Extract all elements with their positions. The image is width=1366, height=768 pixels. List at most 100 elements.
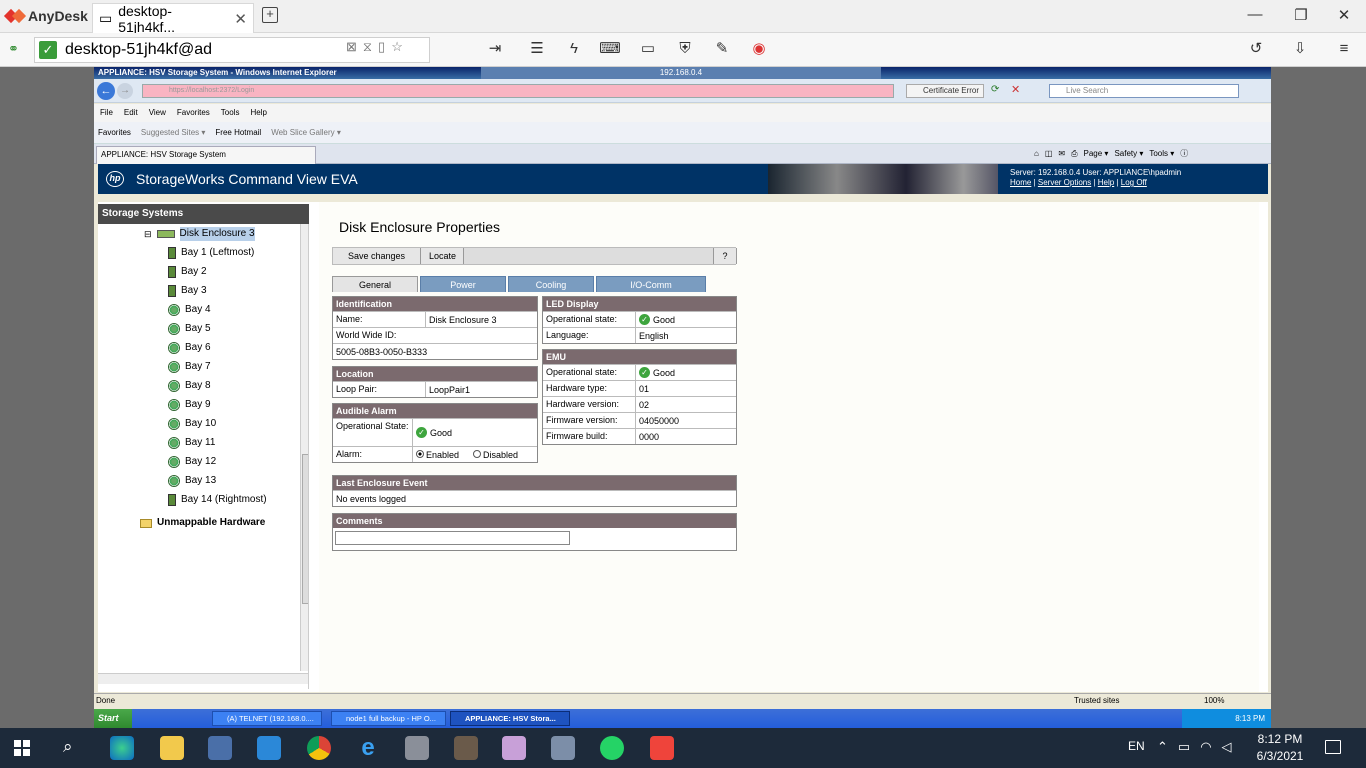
- tool-icon[interactable]: [405, 736, 429, 760]
- locate-button[interactable]: Locate: [421, 248, 464, 264]
- server-options-link[interactable]: Server Options: [1038, 178, 1091, 187]
- history-icon[interactable]: ↺: [1244, 38, 1268, 60]
- tree-bay-node[interactable]: Bay 12: [168, 455, 216, 469]
- notifications-icon[interactable]: [1325, 740, 1341, 754]
- file-explorer-icon[interactable]: [160, 736, 184, 760]
- windows-start-icon[interactable]: [14, 740, 30, 756]
- close-window-icon[interactable]: ✕: [1329, 6, 1359, 24]
- chrome-icon[interactable]: [307, 736, 331, 760]
- home-icon[interactable]: ⌂: [1034, 147, 1039, 161]
- clock[interactable]: 8:12 PM 6/3/2021: [1245, 731, 1315, 765]
- tree-bay-node[interactable]: Bay 10: [168, 417, 216, 431]
- menu-hamburger-icon[interactable]: ≡: [1332, 38, 1356, 60]
- restore-icon[interactable]: ❐: [1286, 6, 1316, 24]
- wifi-icon[interactable]: ◠: [1200, 739, 1211, 755]
- chat-icon[interactable]: ☰: [525, 38, 549, 60]
- whatsapp-icon[interactable]: [600, 736, 624, 760]
- tools-menu[interactable]: Tools ▾: [1149, 147, 1174, 161]
- tree-bay-node[interactable]: Bay 8: [168, 379, 211, 393]
- switch-sides-icon[interactable]: ⇥: [483, 38, 507, 60]
- tab-cooling[interactable]: Cooling: [508, 276, 594, 292]
- help-link[interactable]: Help: [1098, 178, 1114, 187]
- tree-bay-node[interactable]: Bay 5: [168, 322, 211, 336]
- tree-bay-node[interactable]: Bay 1 (Leftmost): [168, 246, 254, 260]
- zoom-level[interactable]: 100%: [1204, 694, 1224, 707]
- tree-bay-node[interactable]: Bay 7: [168, 360, 211, 374]
- suggested-sites-link[interactable]: Suggested Sites ▾: [141, 122, 206, 143]
- free-hotmail-link[interactable]: Free Hotmail: [215, 122, 261, 143]
- internet-explorer-icon[interactable]: e: [356, 736, 380, 760]
- tree-bay-node[interactable]: Bay 14 (Rightmost): [168, 493, 267, 507]
- collapse-icon[interactable]: ⊟: [144, 227, 152, 241]
- feeds-icon[interactable]: ◫: [1045, 147, 1053, 161]
- certificate-error-button[interactable]: Certificate Error: [906, 84, 984, 98]
- menu-edit[interactable]: Edit: [124, 104, 138, 122]
- tree-bay-node[interactable]: Bay 2: [168, 265, 207, 279]
- tab-power[interactable]: Power: [420, 276, 506, 292]
- page-menu[interactable]: Page ▾: [1084, 147, 1109, 161]
- tab-general[interactable]: General: [332, 276, 418, 292]
- alarm-enabled-radio[interactable]: Enabled: [416, 449, 459, 460]
- battery-icon[interactable]: ▭: [1178, 739, 1190, 755]
- remote-desktop[interactable]: APPLIANCE: HSV Storage System - Windows …: [94, 67, 1271, 728]
- refresh-icon[interactable]: ⟳: [991, 84, 999, 95]
- new-tab-icon[interactable]: +: [262, 7, 278, 23]
- tree-bay-node[interactable]: Bay 11: [168, 436, 215, 450]
- anydesk-remote-caption[interactable]: 192.168.0.4: [481, 67, 881, 79]
- ie-url-field[interactable]: https://localhost:2372/Login: [142, 84, 894, 98]
- menu-tools[interactable]: Tools: [221, 104, 240, 122]
- alarm-disabled-radio[interactable]: Disabled: [473, 449, 518, 460]
- unmappable-hardware-node[interactable]: Unmappable Hardware: [140, 516, 265, 530]
- ie-search-field[interactable]: Live Search: [1049, 84, 1239, 98]
- tree-bay-node[interactable]: Bay 4: [168, 303, 211, 317]
- whiteboard-pen-icon[interactable]: ✎: [710, 38, 734, 60]
- stop-icon[interactable]: ✕: [1011, 83, 1020, 96]
- taskbar-appliance[interactable]: APPLIANCE: HSV Stora...: [450, 711, 570, 726]
- save-changes-button[interactable]: Save changes: [333, 248, 421, 264]
- safety-menu[interactable]: Safety ▾: [1114, 147, 1143, 161]
- anydesk-taskbar-icon[interactable]: [650, 736, 674, 760]
- remote-start-button[interactable]: Start: [94, 709, 132, 728]
- menu-help[interactable]: Help: [250, 104, 266, 122]
- tree-bay-node[interactable]: Bay 9: [168, 398, 211, 412]
- tree-scroll-thumb[interactable]: [302, 454, 308, 604]
- tree-bay-node[interactable]: Bay 6: [168, 341, 211, 355]
- hourglass-icon[interactable]: ⧖: [363, 39, 372, 55]
- home-link[interactable]: Home: [1010, 178, 1031, 187]
- record-icon[interactable]: ◉: [747, 38, 771, 60]
- chevron-up-icon[interactable]: ⌃: [1157, 739, 1168, 755]
- anydesk-session-tab[interactable]: ▭ desktop-51jh4kf... ✕: [92, 3, 254, 35]
- store-icon[interactable]: [208, 736, 232, 760]
- file-transfer-icon[interactable]: ⇩: [1288, 38, 1312, 60]
- volume-icon[interactable]: ◁: [1222, 739, 1232, 755]
- menu-file[interactable]: File: [100, 104, 113, 122]
- tree-bay-node[interactable]: Bay 3: [168, 284, 207, 298]
- favorite-star-icon[interactable]: ☆: [391, 39, 403, 55]
- tab-io-comm[interactable]: I/O-Comm: [596, 276, 706, 292]
- tree-bay-node[interactable]: Bay 13: [168, 474, 216, 488]
- favorites-button[interactable]: Favorites: [98, 122, 131, 143]
- ie-tab[interactable]: APPLIANCE: HSV Storage System: [96, 146, 316, 164]
- print-icon[interactable]: ⎙: [1071, 147, 1077, 161]
- permissions-shield-icon[interactable]: ⛨: [673, 38, 697, 60]
- file-icon[interactable]: ▯: [378, 39, 385, 55]
- comments-input[interactable]: [335, 531, 570, 545]
- actions-lightning-icon[interactable]: ϟ: [562, 38, 586, 60]
- language-indicator[interactable]: EN: [1128, 739, 1145, 753]
- tree-vertical-scrollbar[interactable]: [300, 224, 308, 671]
- remote-desktop-icon[interactable]: [551, 736, 575, 760]
- search-icon[interactable]: ⌕: [63, 737, 73, 757]
- menu-view[interactable]: View: [149, 104, 166, 122]
- tree-horizontal-scrollbar[interactable]: [98, 673, 308, 684]
- keyboard-icon[interactable]: ⌨: [598, 38, 622, 60]
- screenshot-icon[interactable]: ⊠: [346, 39, 357, 55]
- help-button[interactable]: ?: [713, 248, 737, 264]
- enclosure-node[interactable]: ⊟ Disk Enclosure 3: [144, 227, 255, 241]
- edge-icon[interactable]: [110, 736, 134, 760]
- back-icon[interactable]: ←: [97, 82, 115, 100]
- minimize-icon[interactable]: —: [1240, 6, 1270, 23]
- taskbar-telnet[interactable]: (A) TELNET (192.168.0....: [212, 711, 322, 726]
- help-icon[interactable]: ⓘ: [1180, 147, 1188, 161]
- mail-icon[interactable]: [257, 736, 281, 760]
- close-tab-icon[interactable]: ✕: [234, 10, 247, 28]
